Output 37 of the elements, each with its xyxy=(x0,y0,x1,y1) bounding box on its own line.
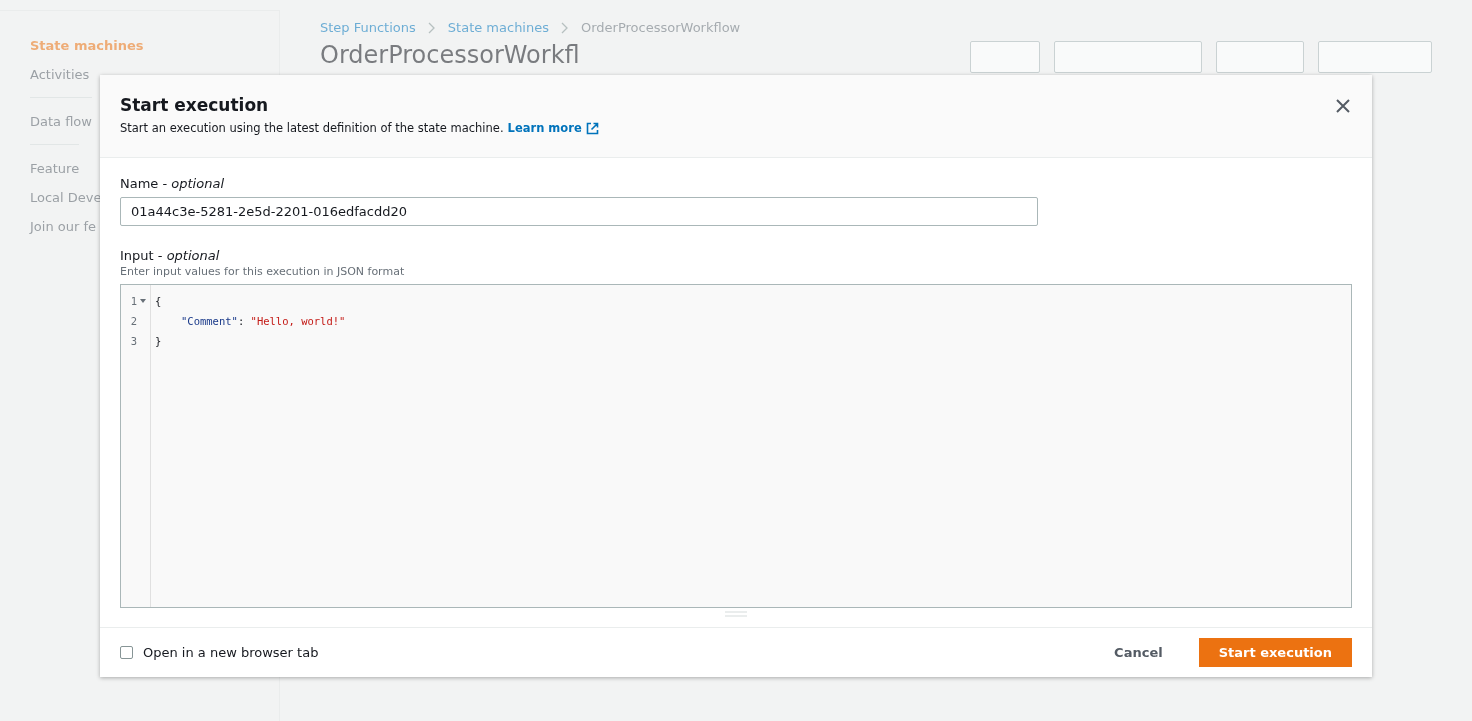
code-line: } xyxy=(155,334,163,349)
toolbar-button[interactable] xyxy=(1054,41,1202,73)
sidebar-item[interactable]: Local Deve xyxy=(30,183,102,212)
code-line: "Comment": "Hello, world!" xyxy=(180,314,346,329)
line-number: 2 xyxy=(130,315,137,327)
sidebar-item[interactable]: Data flow xyxy=(30,97,92,136)
sidebar-item[interactable]: State machines xyxy=(30,31,144,60)
breadcrumb-link[interactable]: Step Functions xyxy=(320,20,416,35)
dialog-title: Start execution xyxy=(120,95,270,115)
code-line: { xyxy=(155,294,163,309)
page-title: OrderProcessorWorkfl xyxy=(320,41,581,69)
toolbar-button[interactable] xyxy=(1318,41,1432,73)
sidebar-item[interactable]: Feature xyxy=(30,144,80,183)
name-input[interactable]: 01a44c3e-5281-2e5d-2201-016edfacdd20 xyxy=(120,197,1038,226)
sidebar-item[interactable]: Join our fe xyxy=(30,212,96,241)
line-number: 3 xyxy=(130,335,137,347)
checkbox[interactable] xyxy=(120,646,133,659)
start-execution-button[interactable]: Start execution xyxy=(1198,638,1352,667)
fold-icon[interactable] xyxy=(140,298,146,304)
chevron-icon xyxy=(561,21,569,34)
cancel-button[interactable]: Cancel xyxy=(1094,638,1183,667)
checkbox-label: Open in a new browser tab xyxy=(143,645,319,660)
sidebar-item[interactable]: Activities xyxy=(30,60,90,89)
close-icon[interactable] xyxy=(1334,97,1352,115)
code-editor[interactable]: 1 2 3 { "Comment": "Hello, world!" } xyxy=(120,284,1352,608)
breadcrumb-link[interactable]: OrderProcessorWorkflow xyxy=(581,20,741,35)
toolbar-button[interactable] xyxy=(970,41,1040,73)
external-link-icon xyxy=(585,121,599,135)
learn-more-link[interactable]: Learn more xyxy=(507,121,599,135)
dialog-subtitle: Start an execution using the latest definition of the state machine. xyxy=(120,121,504,135)
chevron-icon xyxy=(427,21,436,34)
line-number: 1 xyxy=(130,295,137,307)
breadcrumb-link[interactable]: State machines xyxy=(447,20,549,35)
field-label: Input - optional xyxy=(120,248,221,263)
field-hint: Enter input values for this execution in JSON format xyxy=(120,265,406,278)
field-label: Name - optional xyxy=(120,176,225,191)
toolbar-button[interactable] xyxy=(1216,41,1304,73)
